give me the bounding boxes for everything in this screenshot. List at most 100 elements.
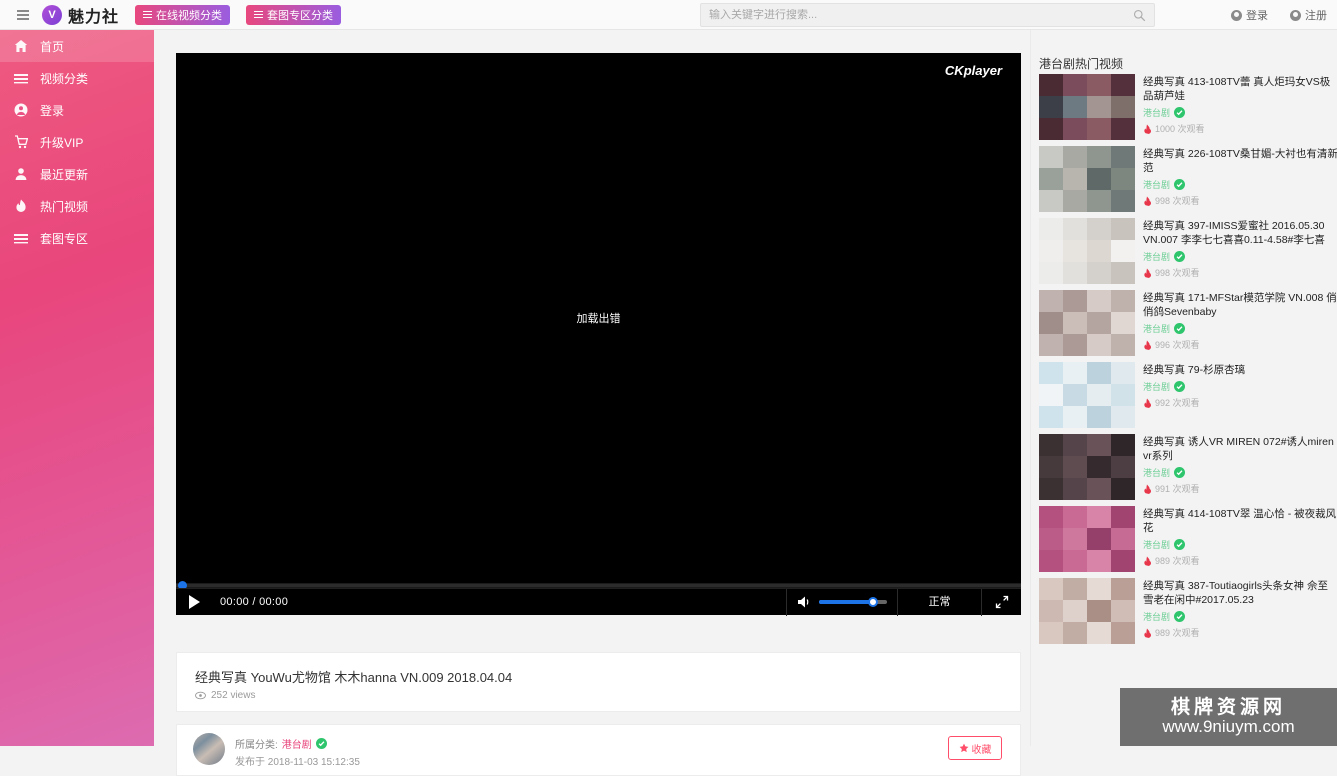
list-icon	[143, 11, 152, 19]
sidebar-item-label: 套图专区	[40, 230, 88, 247]
progress-bar-fill	[176, 584, 1021, 587]
sidebar-item-1[interactable]: 视频分类	[0, 62, 154, 94]
sidebar-item-6[interactable]: 套图专区	[0, 222, 154, 254]
login-label: 登录	[1246, 7, 1268, 23]
watermark-url: www.9niuym.com	[1162, 718, 1294, 736]
rail-item[interactable]: 经典写真 诱人VR MIREN 072#诱人miren vr系列港台剧991 次…	[1039, 434, 1337, 500]
list-icon	[254, 11, 263, 19]
rail-item-thumbnail[interactable]	[1039, 506, 1135, 572]
volume-knob[interactable]	[868, 597, 878, 607]
login-link[interactable]: 登录	[1231, 7, 1268, 23]
sidebar-item-label: 热门视频	[40, 198, 88, 215]
rail-item-thumbnail[interactable]	[1039, 290, 1135, 356]
sidebar: 首页视频分类登录升级VIP 最近更新热门视频套图专区	[0, 30, 154, 746]
favorite-label: 收藏	[972, 741, 992, 756]
rail-item-title[interactable]: 经典写真 414-108TV翠 温心恰 - 被夜裁风花	[1143, 507, 1337, 535]
rail-item-meta: 经典写真 226-108TV桑甘媚-大衬也有清新范港台剧998 次观看	[1143, 146, 1337, 212]
rail-item-category-label: 港台剧	[1143, 322, 1170, 335]
search-input[interactable]	[709, 9, 1133, 21]
user-plus-icon	[1290, 10, 1301, 21]
rail-item[interactable]: 经典写真 387-Toutiaogirls头条女神 佘至雪老在闲中#2017.0…	[1039, 578, 1337, 644]
search-icon[interactable]	[1133, 9, 1146, 22]
cart-icon	[14, 135, 28, 149]
hamburger-icon[interactable]	[8, 0, 38, 30]
rail-item-views-count: 996 次观看	[1155, 338, 1200, 351]
rail-item-title[interactable]: 经典写真 诱人VR MIREN 072#诱人miren vr系列	[1143, 435, 1337, 463]
eye-icon	[195, 691, 206, 700]
nav-button-video-categories[interactable]: 在线视频分类	[135, 5, 230, 25]
category-prefix: 所属分类:	[235, 736, 278, 751]
thumbnail-image	[1039, 146, 1135, 212]
rail-item-thumbnail[interactable]	[1039, 362, 1135, 428]
rail-item[interactable]: 经典写真 413-108TV蕾 真人炬玛女VS极品葫芦娃港台剧1000 次观看	[1039, 74, 1337, 140]
verified-check-icon	[1174, 251, 1185, 262]
rail-item-views-count: 1000 次观看	[1155, 122, 1205, 135]
rail-item-thumbnail[interactable]	[1039, 434, 1135, 500]
video-title: 经典写真 YouWu尤物馆 木木hanna VN.009 2018.04.04	[195, 667, 512, 686]
rail-item-views: 991 次观看	[1143, 482, 1337, 495]
verified-check-icon	[1174, 611, 1185, 622]
rail-item-title[interactable]: 经典写真 387-Toutiaogirls头条女神 佘至雪老在闲中#2017.0…	[1143, 579, 1337, 607]
rail-item[interactable]: 经典写真 414-108TV翠 温心恰 - 被夜裁风花港台剧989 次观看	[1039, 506, 1337, 572]
publish-date: 发布于 2018-11-03 15:12:35	[235, 753, 360, 768]
volume-control[interactable]	[786, 589, 897, 616]
sidebar-item-4[interactable]: 最近更新	[0, 158, 154, 190]
rail-item-views-count: 989 次观看	[1155, 626, 1200, 639]
category-name[interactable]: 港台剧	[282, 736, 312, 751]
thumbnail-image	[1039, 74, 1135, 140]
rail-item[interactable]: 经典写真 171-MFStar模范学院 VN.008 俏俏鸽Sevenbaby 港…	[1039, 290, 1337, 356]
rail-item-title[interactable]: 经典写真 79-杉原杏璃	[1143, 363, 1337, 377]
quality-selector[interactable]: 正常	[897, 589, 981, 616]
rail-item-thumbnail[interactable]	[1039, 218, 1135, 284]
fire-icon	[1143, 124, 1151, 134]
sidebar-item-0[interactable]: 首页	[0, 30, 154, 62]
rail-item-title[interactable]: 经典写真 171-MFStar模范学院 VN.008 俏俏鸽Sevenbaby	[1143, 291, 1337, 319]
video-stage[interactable]: CKplayer 加载出错	[176, 53, 1021, 583]
rail-title: 港台剧热门视频	[1039, 55, 1123, 72]
user-links: 登录 注册	[1231, 0, 1327, 30]
rail-item-thumbnail[interactable]	[1039, 146, 1135, 212]
verified-check-icon	[1174, 179, 1185, 190]
rail-item[interactable]: 经典写真 79-杉原杏璃港台剧992 次观看	[1039, 362, 1337, 428]
video-player[interactable]: CKplayer 加载出错 00:00 / 00:00	[176, 53, 1021, 615]
fire-icon	[1143, 484, 1151, 494]
rail-item-thumbnail[interactable]	[1039, 74, 1135, 140]
site-watermark: 棋牌资源网 www.9niuym.com	[1120, 688, 1337, 746]
volume-slider[interactable]	[819, 600, 887, 604]
nav-button-photo-categories[interactable]: 套图专区分类	[246, 5, 341, 25]
rail-item-thumbnail[interactable]	[1039, 578, 1135, 644]
thumbnail-image	[1039, 290, 1135, 356]
play-button[interactable]	[176, 589, 212, 616]
rail-item[interactable]: 经典写真 397-IMISS爱蜜社 2016.05.30 VN.007 李李七七…	[1039, 218, 1337, 284]
rail-item-title[interactable]: 经典写真 226-108TV桑甘媚-大衬也有清新范	[1143, 147, 1337, 175]
thumbnail-image	[1039, 362, 1135, 428]
sidebar-item-5[interactable]: 热门视频	[0, 190, 154, 222]
sidebar-item-label: 升级VIP	[40, 134, 83, 151]
rail-item-category-label: 港台剧	[1143, 610, 1170, 623]
register-link[interactable]: 注册	[1290, 7, 1327, 23]
verified-check-icon	[316, 738, 327, 749]
time-display: 00:00 / 00:00	[220, 596, 288, 608]
sidebar-item-2[interactable]: 登录	[0, 94, 154, 126]
author-card: 所属分类: 港台剧 发布于 2018-11-03 15:12:35 收藏	[176, 724, 1021, 776]
rail-item-views: 998 次观看	[1143, 266, 1337, 279]
thumbnail-image	[1039, 218, 1135, 284]
rail-item-category: 港台剧	[1143, 538, 1337, 551]
rail-item-title[interactable]: 经典写真 397-IMISS爱蜜社 2016.05.30 VN.007 李李七七…	[1143, 219, 1337, 247]
sidebar-item-3[interactable]: 升级VIP	[0, 126, 154, 158]
avatar[interactable]	[193, 733, 225, 765]
rail-item-meta: 经典写真 诱人VR MIREN 072#诱人miren vr系列港台剧991 次…	[1143, 434, 1337, 500]
rail-item-meta: 经典写真 413-108TV蕾 真人炬玛女VS极品葫芦娃港台剧1000 次观看	[1143, 74, 1337, 140]
favorite-button[interactable]: 收藏	[948, 736, 1002, 760]
fire-icon	[14, 199, 28, 213]
right-rail: 港台剧热门视频 经典写真 413-108TV蕾 真人炬玛女VS极品葫芦娃港台剧1…	[1030, 30, 1337, 746]
search-bar[interactable]	[700, 3, 1155, 27]
rail-item[interactable]: 经典写真 226-108TV桑甘媚-大衬也有清新范港台剧998 次观看	[1039, 146, 1337, 212]
brand[interactable]: V 魅力社	[42, 3, 119, 27]
rail-item-meta: 经典写真 397-IMISS爱蜜社 2016.05.30 VN.007 李李七七…	[1143, 218, 1337, 284]
rail-item-views-count: 998 次观看	[1155, 194, 1200, 207]
fullscreen-button[interactable]	[981, 589, 1021, 616]
rail-item-title[interactable]: 经典写真 413-108TV蕾 真人炬玛女VS极品葫芦娃	[1143, 75, 1337, 103]
volume-icon[interactable]	[797, 595, 812, 609]
rail-item-views-count: 998 次观看	[1155, 266, 1200, 279]
